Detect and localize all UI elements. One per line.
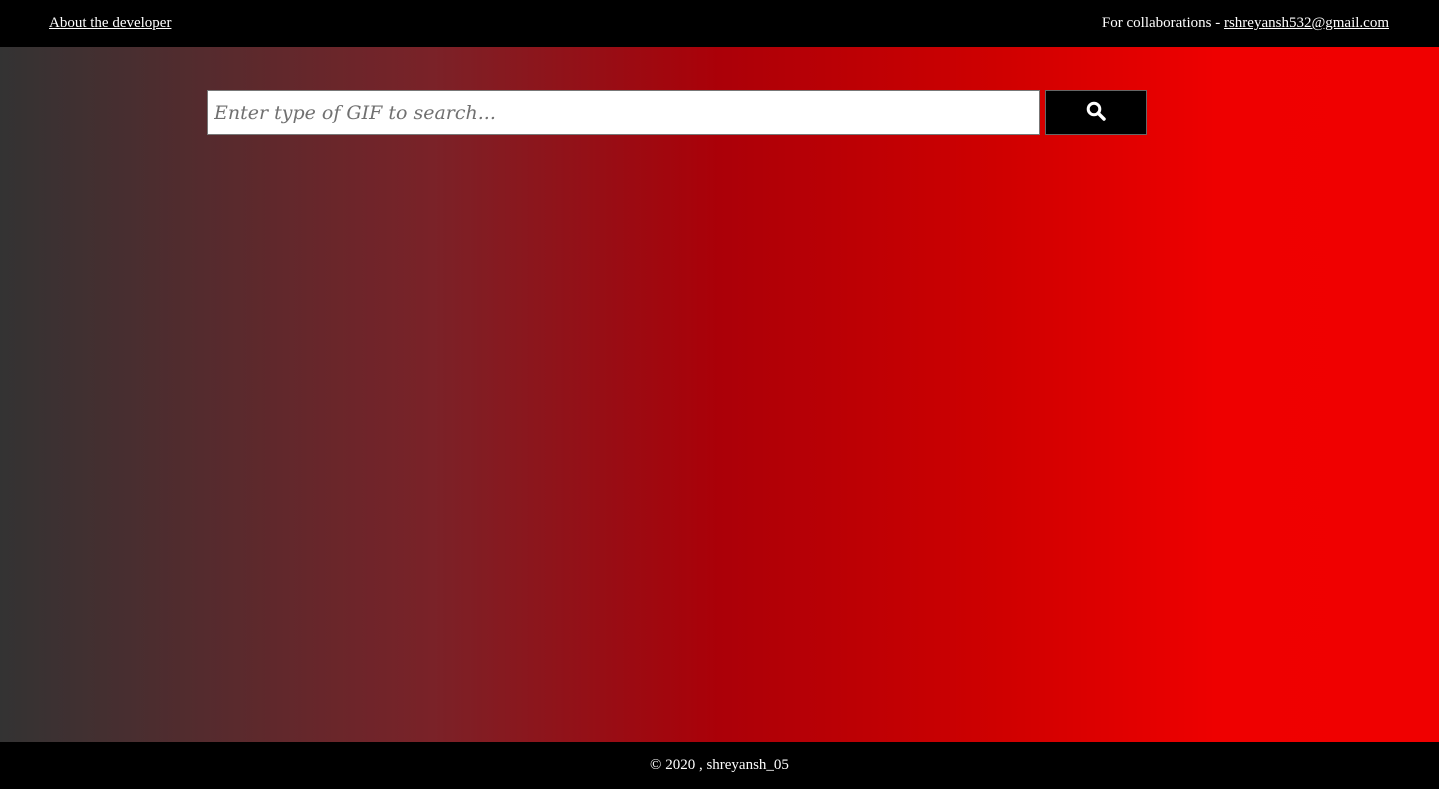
- collaboration-info: For collaborations - rshreyansh532@gmail…: [1102, 15, 1389, 32]
- email-link[interactable]: rshreyansh532@gmail.com: [1224, 15, 1389, 32]
- top-navbar: About the developer For collaborations -…: [0, 0, 1439, 47]
- search-bar: [207, 90, 1147, 135]
- search-button[interactable]: [1045, 90, 1147, 135]
- copyright-text: © 2020 , shreyansh_05: [650, 757, 789, 773]
- footer: © 2020 , shreyansh_05: [0, 742, 1439, 789]
- search-icon: [1086, 101, 1106, 124]
- collaboration-label: For collaborations -: [1101, 15, 1224, 31]
- about-developer-link[interactable]: About the developer: [49, 15, 171, 32]
- search-input[interactable]: [207, 90, 1040, 135]
